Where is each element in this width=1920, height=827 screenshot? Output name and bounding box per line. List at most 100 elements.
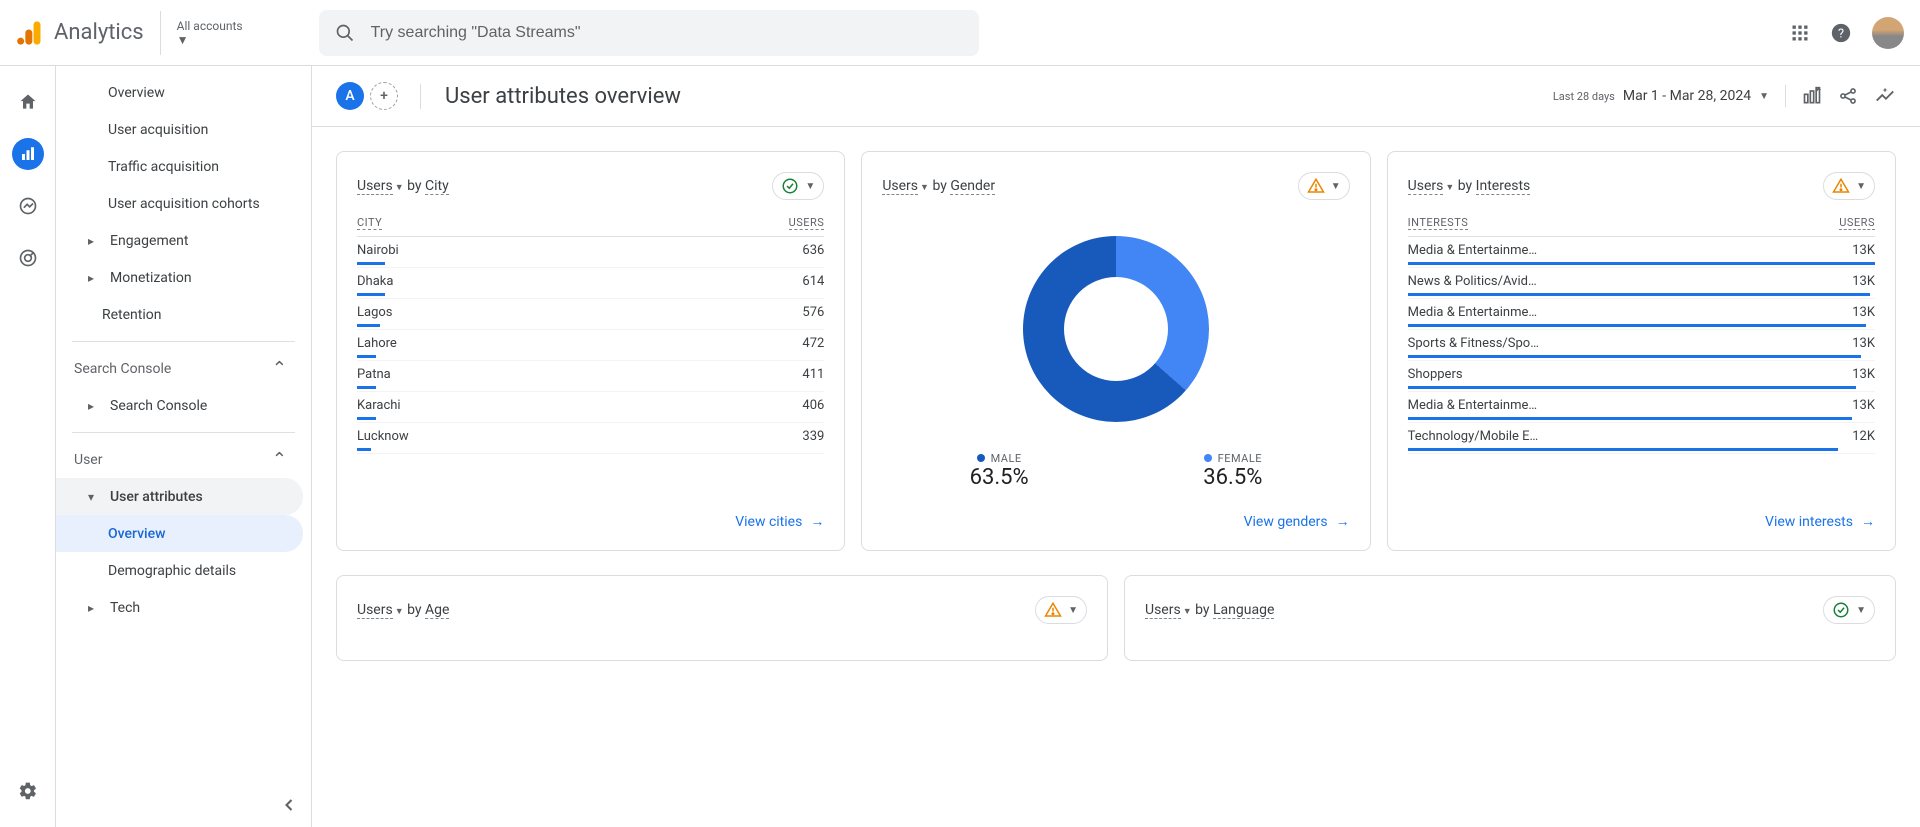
caret-right-icon: ▸ [88,234,102,248]
view-interests-link[interactable]: View interests→ [1765,493,1875,530]
search-wrap [319,10,979,56]
view-genders-link[interactable]: View genders→ [1244,493,1350,530]
account-label: All accounts [177,19,243,33]
rail-explore[interactable] [12,190,44,222]
card-status-menu[interactable]: ▼ [1298,172,1350,200]
warning-icon [1832,177,1850,195]
table-row: Karachi406 [357,392,824,423]
nav-user-attributes-overview[interactable]: Overview [56,515,303,552]
chevron-down-icon: ▼ [1856,605,1866,616]
card-users-by-interests: Users▼ by Interests ▼ INTERESTSUSERS Med… [1387,151,1896,551]
check-circle-icon [781,177,799,195]
chevron-down-icon: ▼ [1759,91,1769,102]
main: A + User attributes overview Last 28 day… [312,66,1920,827]
table-row: Lahore472 [357,330,824,361]
arrow-right-icon: → [1861,513,1875,530]
dot-icon [977,454,985,462]
insights-icon[interactable] [1874,85,1896,107]
date-sub: Last 28 days [1553,90,1615,103]
nav-search-console[interactable]: ▸Search Console [56,387,303,424]
user-avatar[interactable] [1872,17,1904,49]
legend-female: FEMALE 36.5% [1203,452,1262,490]
rail-reports[interactable] [12,138,44,170]
table-header: CITYUSERS [357,216,824,237]
card-status-menu[interactable]: ▼ [1035,596,1087,624]
chevron-up-icon: ⌃ [272,449,287,470]
chevron-down-icon: ▼ [1068,605,1078,616]
warning-icon [1307,177,1325,195]
chevron-down-icon: ▼ [177,33,243,47]
nav-demographic-details[interactable]: Demographic details [56,552,303,589]
table-row: Media & Entertainme…13K [1408,392,1875,423]
card-users-by-city: Users▼ by City ▼ CITYUSERS Nairobi636Dha… [336,151,845,551]
nav-section-user[interactable]: User⌃ [56,441,303,478]
table-row: Lagos576 [357,299,824,330]
cardضcard-title: Users▼ by City [357,178,449,194]
nav-user-acquisition-cohorts[interactable]: User acquisition cohorts [56,185,303,222]
rail-admin[interactable] [12,775,44,807]
svg-text:?: ? [1838,26,1844,41]
search-icon [335,23,355,43]
table-row: Lucknow339 [357,423,824,454]
account-selector[interactable]: All accounts ▼ [160,11,243,55]
nav-traffic-acquisition[interactable]: Traffic acquisition [56,148,303,185]
segment-chips: A + [336,82,398,110]
rail-advertising[interactable] [12,242,44,274]
nav-retention[interactable]: Retention [56,296,303,333]
card-title: Users▼ by Interests [1408,178,1531,194]
card-title: Users▼ by Language [1145,602,1274,618]
customize-report-icon[interactable] [1802,86,1822,106]
segment-chip-a[interactable]: A [336,82,364,110]
card-users-by-gender: Users▼ by Gender ▼ MALE 63.5% FEMALE 36.… [861,151,1370,551]
nav-user-acquisition[interactable]: User acquisition [56,111,303,148]
help-icon[interactable]: ? [1830,22,1852,44]
caret-right-icon: ▸ [88,399,102,413]
caret-right-icon: ▸ [88,601,102,615]
caret-right-icon: ▸ [88,271,102,285]
card-status-menu[interactable]: ▼ [1823,596,1875,624]
table-row: News & Politics/Avid…13K [1408,268,1875,299]
add-segment-button[interactable]: + [370,82,398,110]
card-users-by-language: Users▼ by Language ▼ [1124,575,1896,661]
chevron-down-icon: ▼ [1331,181,1341,192]
brand-name: Analytics [54,20,144,45]
page-header-actions [1785,85,1896,107]
reports-sidebar: Overview User acquisition Traffic acquis… [56,66,312,827]
nav-tech[interactable]: ▸Tech [56,589,303,626]
search-input[interactable] [371,24,963,42]
table-row: Nairobi636 [357,237,824,268]
share-icon[interactable] [1838,86,1858,106]
app-header: Analytics All accounts ▼ ? [0,0,1920,66]
divider [72,341,295,342]
table-row: Sports & Fitness/Spo…13K [1408,330,1875,361]
brand[interactable]: Analytics [16,19,144,47]
search-box[interactable] [319,10,979,56]
table-row: Dhaka614 [357,268,824,299]
nav-engagement[interactable]: ▸Engagement [56,222,303,259]
chevron-down-icon: ▼ [805,181,815,192]
card-title: Users▼ by Gender [882,178,995,194]
card-users-by-age: Users▼ by Age ▼ [336,575,1108,661]
table-row: Media & Entertainme…13K [1408,299,1875,330]
analytics-logo-icon [16,19,44,47]
page-header: A + User attributes overview Last 28 day… [312,66,1920,127]
divider [72,432,295,433]
date-range-text: Mar 1 - Mar 28, 2024 [1623,88,1751,104]
nav-monetization[interactable]: ▸Monetization [56,259,303,296]
cards-row-1: Users▼ by City ▼ CITYUSERS Nairobi636Dha… [312,127,1920,575]
rail-home[interactable] [12,86,44,118]
nav-section-search-console[interactable]: Search Console⌃ [56,350,303,387]
caret-down-icon: ▾ [88,490,102,504]
card-status-menu[interactable]: ▼ [772,172,824,200]
table-row: Patna411 [357,361,824,392]
sidebar-collapse[interactable] [279,795,299,815]
table-row: Media & Entertainme…13K [1408,237,1875,268]
date-range-selector[interactable]: Last 28 days Mar 1 - Mar 28, 2024 ▼ [1553,88,1769,104]
arrow-right-icon: → [810,513,824,530]
cards-row-2: Users▼ by Age ▼ Users▼ by Language ▼ [312,575,1920,685]
view-cities-link[interactable]: View cities→ [735,493,824,530]
nav-overview[interactable]: Overview [56,74,303,111]
nav-user-attributes[interactable]: ▾User attributes [56,478,303,515]
card-status-menu[interactable]: ▼ [1823,172,1875,200]
apps-icon[interactable] [1790,23,1810,43]
